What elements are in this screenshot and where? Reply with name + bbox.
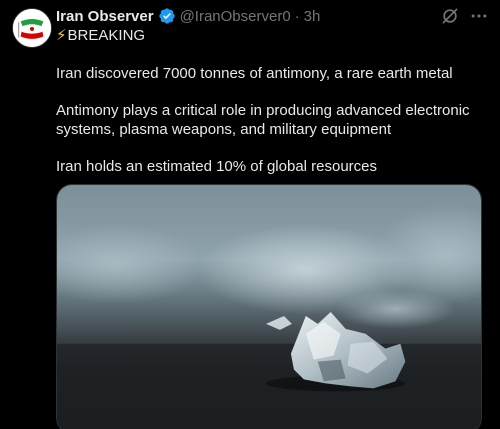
breaking-label: BREAKING [67, 27, 146, 44]
header-separator: · [294, 7, 300, 25]
tweet[interactable]: Iran Observer @IranObserver0 · 3h ⚡BREAK… [0, 0, 500, 429]
verified-badge-icon[interactable] [158, 7, 176, 25]
tweet-paragraph-2-line-1: Antimony plays a critical role in produc… [56, 102, 470, 119]
author-handle[interactable]: @IranObserver0 [180, 8, 291, 25]
lightning-icon: ⚡ [56, 27, 67, 44]
iran-flag-avatar-icon [13, 9, 51, 47]
tweet-paragraph-1: Iran discovered 7000 tonnes of antimony,… [56, 65, 453, 82]
grok-icon[interactable] [440, 6, 460, 26]
tweet-media-image[interactable] [56, 184, 482, 429]
breaking-line: ⚡BREAKING [56, 26, 145, 46]
tweet-timestamp[interactable]: 3h [304, 8, 321, 25]
tweet-header: Iran Observer @IranObserver0 · 3h [56, 6, 320, 26]
tweet-paragraph-3: Iran holds an estimated 10% of global re… [56, 158, 378, 175]
crystal-on-black-sand-image [57, 185, 481, 429]
avatar[interactable] [12, 8, 52, 48]
author-display-name[interactable]: Iran Observer [56, 8, 154, 25]
tweet-paragraph-2-line-2: systems, plasma weapons, and military eq… [56, 121, 392, 138]
more-icon[interactable] [468, 6, 490, 26]
